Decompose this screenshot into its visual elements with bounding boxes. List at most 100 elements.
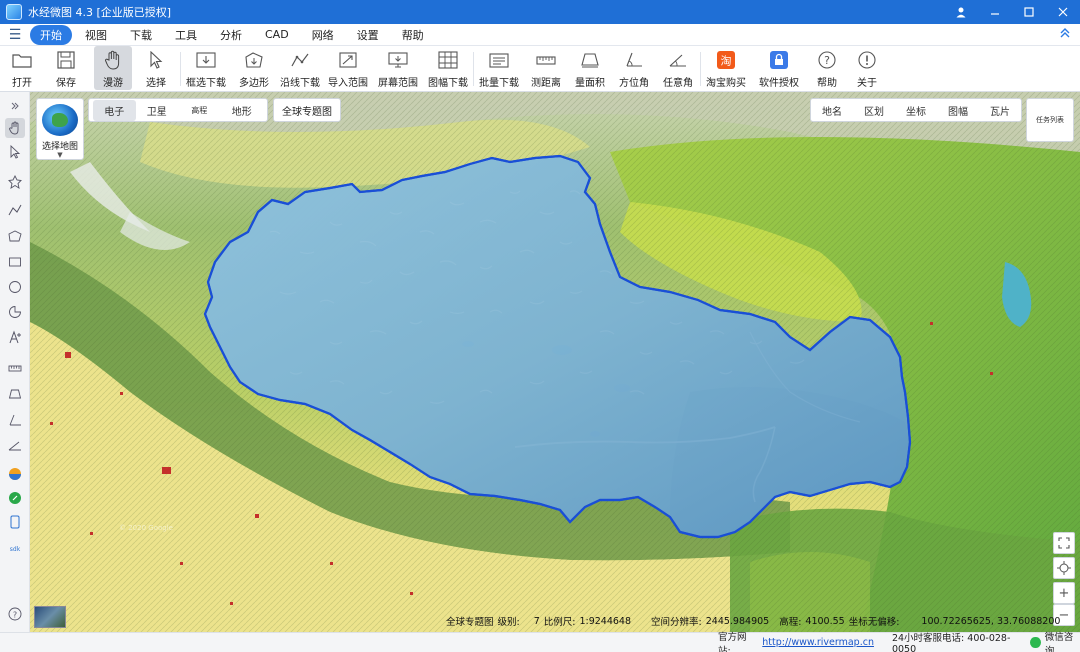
azimuth-button[interactable]: 方位角 [612, 46, 656, 90]
menu-settings[interactable]: 设置 [347, 25, 389, 45]
pan-tool-icon[interactable] [5, 118, 25, 138]
folder-icon [11, 50, 33, 70]
coord-value: 100.72265625, 33.76088200 [921, 615, 1061, 627]
layer-tab-electronic[interactable]: 电子 [93, 99, 136, 121]
menu-view[interactable]: 视图 [75, 25, 117, 45]
overlay-tab-coordinate[interactable]: 坐标 [895, 103, 937, 118]
sheet-download-icon [437, 50, 459, 70]
overlay-tab-placename[interactable]: 地名 [811, 103, 853, 118]
area-icon [579, 50, 601, 70]
close-icon[interactable] [1046, 0, 1080, 24]
wechat-consult-link[interactable]: 微信咨询 [1045, 629, 1080, 652]
menu-bar: ☰ 开始 视图 下载 工具 分析 CAD 网络 设置 帮助 [0, 24, 1080, 46]
elevation-value: 4100.55 [805, 615, 845, 627]
sheet-download-button[interactable]: 图幅下载 [423, 46, 473, 90]
area-tool-icon[interactable] [5, 384, 25, 404]
menu-cad[interactable]: CAD [255, 26, 299, 43]
site-link[interactable]: http://www.rivermap.cn [762, 637, 874, 648]
line-download-button[interactable]: 沿线下载 [277, 46, 323, 90]
level-value: 7 [533, 615, 540, 627]
wechat-icon [1030, 637, 1041, 648]
sector-tool-icon[interactable] [5, 302, 25, 322]
box-download-button[interactable]: 框选下载 [181, 46, 231, 90]
software-license-button[interactable]: 软件授权 [751, 46, 807, 90]
angle-icon [667, 50, 689, 70]
coord-label: 坐标无偏移: [848, 617, 900, 628]
azimuth-icon [623, 50, 645, 70]
select-button[interactable]: 选择 [132, 46, 180, 90]
svg-text:sdk: sdk [10, 546, 21, 553]
minimap-thumbnail[interactable] [34, 606, 66, 628]
screen-range-button[interactable]: 屏幕范围 [373, 46, 423, 90]
rectangle-tool-icon[interactable] [5, 252, 25, 272]
svg-text:?: ? [824, 54, 830, 67]
box-download-icon [195, 50, 217, 70]
hamburger-menu-icon[interactable]: ☰ [0, 27, 30, 43]
save-button[interactable]: 保存 [44, 46, 88, 90]
measure-area-button[interactable]: 量面积 [568, 46, 612, 90]
task-list-button[interactable]: 任务列表 [1026, 98, 1074, 142]
open-button[interactable]: 打开 [0, 46, 44, 90]
global-topic-button[interactable]: 全球专题图 [273, 98, 341, 122]
import-range-button[interactable]: 导入范围 [323, 46, 373, 90]
polyline-tool-icon[interactable] [5, 200, 25, 220]
polygon-button[interactable]: 多边形 [231, 46, 277, 90]
phone-icon[interactable] [5, 512, 25, 532]
app-badge-icon[interactable]: sdk [5, 538, 25, 558]
layer-tab-elevation[interactable]: 高程 [178, 102, 221, 119]
elevation-label: 高程: [779, 617, 802, 628]
overlay-tabs: 地名 区划 坐标 图幅 瓦片 [810, 98, 1022, 122]
ruler-tool-icon[interactable] [5, 358, 25, 378]
minimize-icon[interactable] [978, 0, 1012, 24]
menu-analysis[interactable]: 分析 [210, 25, 252, 45]
select-tool-icon[interactable] [5, 142, 25, 162]
overlay-tab-tile[interactable]: 瓦片 [979, 103, 1021, 118]
marker-tool-icon[interactable] [5, 172, 25, 192]
restore-icon[interactable] [1012, 0, 1046, 24]
layer-tab-terrain[interactable]: 地形 [221, 100, 264, 121]
layer-tab-satellite[interactable]: 卫星 [136, 100, 179, 121]
zoom-in-icon[interactable]: + [1053, 582, 1075, 604]
user-icon[interactable] [944, 0, 978, 24]
pan-button[interactable]: 漫游 [94, 46, 132, 90]
help-icon[interactable]: ? [5, 604, 25, 624]
menu-help[interactable]: 帮助 [392, 25, 434, 45]
help-button[interactable]: ? 帮助 [807, 46, 847, 90]
help-icon: ? [816, 50, 838, 70]
overlay-tab-sheet[interactable]: 图幅 [937, 103, 979, 118]
link-icon[interactable] [5, 488, 25, 508]
chevron-down-icon: ▼ [57, 151, 63, 159]
menu-start[interactable]: 开始 [30, 24, 72, 45]
info-icon [856, 50, 878, 70]
taobao-icon: 淘 [715, 50, 737, 70]
menu-tools[interactable]: 工具 [165, 25, 207, 45]
circle-tool-icon[interactable] [5, 277, 25, 297]
measure-distance-button[interactable]: 测距离 [524, 46, 568, 90]
menu-network[interactable]: 网络 [302, 25, 344, 45]
expand-sidebar-icon[interactable] [5, 96, 25, 116]
taobao-buy-button[interactable]: 淘 淘宝购买 [701, 46, 751, 90]
window-title: 水经微图 4.3 [企业版已授权] [28, 6, 172, 19]
map-selector[interactable]: 选择地图 ▼ [36, 98, 84, 160]
map-canvas[interactable]: © 2020 Google [30, 92, 1080, 632]
map-watermark: © 2020 Google [119, 524, 173, 532]
angle-tool-icon[interactable] [5, 435, 25, 455]
any-angle-button[interactable]: 任意角 [656, 46, 700, 90]
fullscreen-icon[interactable] [1053, 532, 1075, 554]
toolbar: 打开 保存 漫游 选择 框选下载 多边形 沿线下载 导入范围 屏幕范围 图幅下载… [0, 46, 1080, 92]
batch-download-button[interactable]: 批量下载 [474, 46, 524, 90]
text-tool-icon[interactable] [5, 327, 25, 347]
locate-icon[interactable] [1053, 557, 1075, 579]
line-download-icon [289, 50, 311, 70]
map-type-value: 全球专题图 [446, 617, 494, 628]
overlay-tab-district[interactable]: 区划 [853, 103, 895, 118]
layer-style-icon[interactable] [5, 464, 25, 484]
azimuth-tool-icon[interactable] [5, 410, 25, 430]
polygon-tool-icon[interactable] [5, 226, 25, 246]
save-icon [55, 50, 77, 70]
about-button[interactable]: 关于 [847, 46, 887, 90]
batch-download-icon [488, 50, 510, 70]
collapse-ribbon-icon[interactable] [1050, 27, 1080, 42]
import-range-icon [337, 50, 359, 70]
menu-download[interactable]: 下载 [120, 25, 162, 45]
